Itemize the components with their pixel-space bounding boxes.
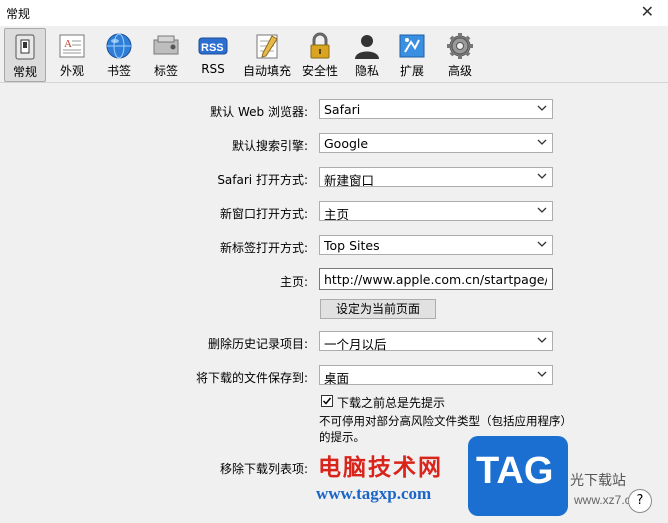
save-downloads-value: 桌面	[324, 371, 350, 386]
switch-icon	[15, 34, 35, 60]
default-browser-label: 默认 Web 浏览器:	[210, 105, 308, 119]
search-engine-select[interactable]: Google	[319, 133, 553, 153]
chevron-down-icon	[537, 207, 547, 213]
tab-bookmarks[interactable]: 书签	[99, 28, 139, 80]
globe-icon	[106, 33, 132, 59]
remove-history-select[interactable]: 一个月以后	[319, 331, 553, 352]
tab-extensions[interactable]: 扩展	[392, 28, 432, 80]
person-icon	[355, 35, 379, 59]
homepage-input[interactable]	[320, 269, 551, 289]
tab-security[interactable]: 安全性	[298, 28, 342, 80]
tab-general[interactable]: 常规	[4, 28, 46, 82]
chevron-down-icon	[537, 371, 547, 377]
save-downloads-label: 将下载的文件保存到:	[195, 371, 308, 385]
close-icon[interactable]: ✕	[641, 2, 654, 21]
new-window-opens-with-value: 主页	[324, 207, 350, 222]
new-tab-opens-with-label: 新标签打开方式:	[219, 241, 308, 255]
new-tab-opens-with-value: Top Sites	[324, 238, 380, 253]
svg-text:RSS: RSS	[201, 42, 224, 54]
tag-logo-text: TAG	[476, 450, 554, 492]
tab-advanced-label: 高级	[447, 64, 472, 78]
search-engine-value: Google	[324, 136, 369, 151]
lock-icon	[310, 32, 330, 59]
chevron-down-icon	[537, 139, 547, 145]
tag-logo: TAG	[468, 436, 568, 516]
safari-opens-with-select[interactable]: 新建窗口	[319, 167, 553, 188]
tab-autofill[interactable]: 自动填充	[240, 28, 294, 80]
svg-text:A: A	[64, 38, 72, 50]
watermark-right-text: 光下载站	[570, 473, 626, 489]
homepage-field[interactable]	[319, 268, 553, 290]
new-tab-opens-with-select[interactable]: Top Sites	[319, 235, 553, 255]
safari-opens-with-label: Safari 打开方式:	[217, 173, 308, 187]
homepage-label: 主页:	[279, 275, 308, 289]
tab-privacy-label: 隐私	[354, 64, 379, 78]
watermark-site-name: 电脑技术网	[318, 455, 443, 481]
rss-icon: RSS	[198, 37, 228, 55]
save-downloads-select[interactable]: 桌面	[319, 365, 553, 386]
chevron-down-icon	[537, 105, 547, 111]
safari-opens-with-value: 新建窗口	[324, 173, 375, 188]
tab-general-label: 常规	[12, 65, 37, 79]
watermark-site-url: www.tagxp.com	[316, 484, 432, 503]
tab-bookmarks-label: 书签	[106, 64, 131, 78]
tabs-icon	[153, 35, 179, 55]
remove-download-list-label: 移除下载列表项:	[219, 462, 308, 476]
chevron-down-icon	[537, 337, 547, 343]
ask-before-download-label: 下载之前总是先提示	[337, 396, 446, 410]
remove-history-value: 一个月以后	[324, 337, 387, 352]
checkmark-icon	[322, 397, 332, 405]
chevron-down-icon	[537, 173, 547, 179]
new-window-opens-with-select[interactable]: 主页	[319, 201, 553, 222]
search-engine-label: 默认搜索引擎:	[231, 139, 308, 153]
set-current-page-button[interactable]: 设定为当前页面	[320, 299, 436, 319]
tab-privacy[interactable]: 隐私	[348, 28, 386, 80]
tab-autofill-label: 自动填充	[242, 64, 291, 78]
tab-extensions-label: 扩展	[399, 64, 424, 78]
ask-before-download-checkbox[interactable]	[321, 395, 333, 407]
chevron-down-icon	[537, 241, 547, 247]
pencil-form-icon	[256, 34, 278, 59]
tab-security-label: 安全性	[301, 64, 338, 78]
default-browser-value: Safari	[324, 102, 361, 117]
help-button[interactable]: ?	[628, 489, 652, 513]
tab-appearance[interactable]: A 外观	[52, 28, 92, 80]
title-bar: 常规 ✕	[0, 0, 668, 26]
remove-history-label: 删除历史记录项目:	[207, 337, 308, 351]
tab-tabs-label: 标签	[153, 64, 178, 78]
tab-advanced[interactable]: 高级	[440, 28, 480, 80]
download-note-line1: 不可停用对部分高风险文件类型（包括应用程序）	[319, 414, 572, 428]
preferences-toolbar: 常规 A 外观 书签 标签 RSS RSS 自动填充 安全性 隐私 扩展 高级	[0, 26, 668, 83]
tab-tabs[interactable]: 标签	[146, 28, 186, 80]
tab-rss[interactable]: RSS RSS	[193, 28, 233, 80]
default-browser-select[interactable]: Safari	[319, 99, 553, 119]
appearance-icon: A	[59, 34, 85, 58]
puzzle-icon	[399, 34, 425, 58]
window-title: 常规	[6, 7, 31, 21]
new-window-opens-with-label: 新窗口打开方式:	[219, 207, 308, 221]
gear-icon	[447, 33, 473, 59]
tab-appearance-label: 外观	[59, 64, 84, 78]
tab-rss-label: RSS	[201, 62, 225, 76]
